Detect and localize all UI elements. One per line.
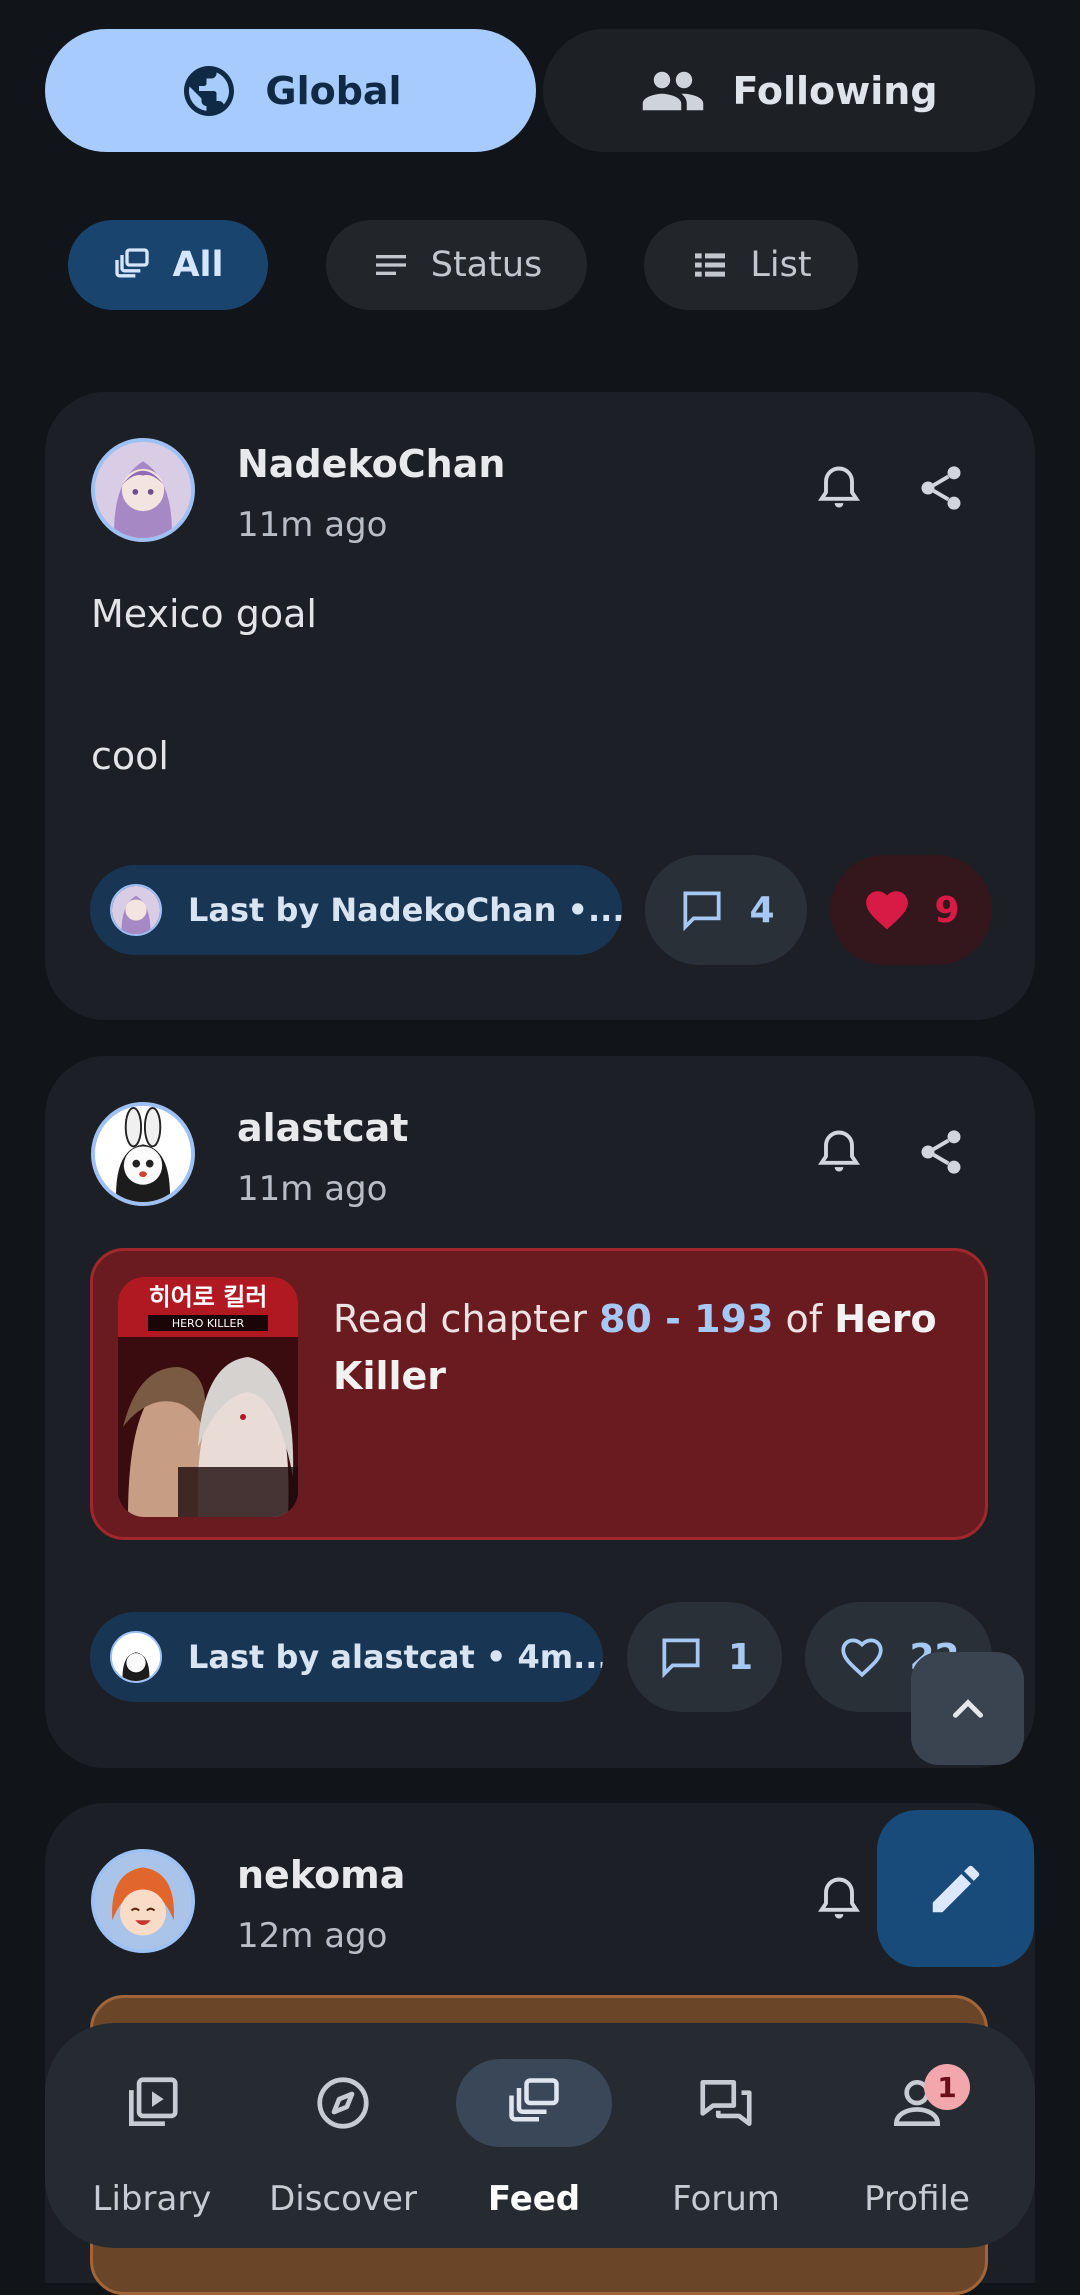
nav-item-profile[interactable]: 1 Profile (822, 2023, 1012, 2248)
bell-icon[interactable] (813, 462, 865, 514)
compose-button[interactable] (877, 1810, 1034, 1967)
filter-list-label: List (750, 245, 812, 285)
post-time: 12m ago (237, 1916, 388, 1956)
tab-following[interactable]: Following (543, 29, 1035, 152)
nav-item-forum[interactable]: Forum (631, 2023, 821, 2248)
filter-all-label: All (172, 245, 224, 285)
post-username[interactable]: NadekoChan (237, 442, 505, 486)
activity-mid: of (785, 1297, 823, 1341)
chapter-range: 80 - 193 (598, 1297, 774, 1341)
nav-label: Feed (487, 2179, 581, 2219)
comments-button[interactable]: 1 (627, 1602, 782, 1712)
activity-text: Read chapter 80 - 193 of Hero Killer (333, 1291, 953, 1405)
filter-all-chip[interactable]: All (68, 220, 268, 310)
comments-count: 4 (749, 889, 775, 931)
chevron-up-icon (952, 1698, 983, 1718)
activity-card[interactable]: 히어로 킬러 HERO KILLER Read chapter 80 - 193… (90, 1248, 988, 1540)
tab-global-label: Global (265, 68, 402, 113)
post-card[interactable]: alastcat 11m ago 히어로 킬러 HERO KILLER Read (45, 1056, 1035, 1768)
avatar (110, 884, 162, 936)
filter-status-label: Status (430, 245, 543, 285)
nav-item-library[interactable]: Library (57, 2023, 247, 2248)
nav-item-discover[interactable]: Discover (248, 2023, 438, 2248)
last-reply-text: Last by NadekoChan •... (188, 891, 622, 929)
people-icon (643, 71, 704, 110)
post-time: 11m ago (237, 505, 388, 545)
bell-icon[interactable] (813, 1873, 865, 1925)
tab-following-label: Following (732, 68, 938, 113)
tab-global[interactable]: Global (45, 29, 536, 152)
comments-count: 1 (727, 1636, 754, 1678)
cover-title-ko: 히어로 킬러 (149, 1283, 268, 1311)
globe-icon (184, 65, 235, 116)
likes-count: 9 (934, 889, 960, 931)
nav-label: Discover (269, 2179, 417, 2219)
notification-badge: 1 (924, 2064, 970, 2110)
like-button[interactable]: 9 (830, 855, 992, 965)
avatar[interactable] (91, 1849, 195, 1953)
heart-outline-icon (841, 1638, 884, 1678)
library-icon (129, 2077, 178, 2126)
last-reply-pill[interactable]: Last by alastcat • 4m... (90, 1612, 603, 1702)
last-reply-text: Last by alastcat • 4m... (188, 1638, 603, 1676)
text-lines-icon (375, 255, 406, 275)
avatar[interactable] (91, 1102, 195, 1206)
nav-item-feed[interactable]: Feed (439, 2023, 629, 2248)
nav-label: Profile (864, 2179, 970, 2219)
feed-icon (115, 248, 150, 278)
scroll-to-top-button[interactable] (911, 1652, 1024, 1765)
bell-icon[interactable] (813, 1126, 865, 1178)
avatar[interactable] (91, 438, 195, 542)
post-body-line: Mexico goal (91, 592, 317, 636)
compass-icon (317, 2077, 369, 2129)
post-body-line: cool (91, 734, 169, 778)
bottom-navigation: Library Discover Feed Forum 1 Profile (45, 2023, 1035, 2248)
post-card[interactable]: NadekoChan 11m ago Mexico goal cool Last… (45, 392, 1035, 1020)
share-icon[interactable] (915, 1126, 967, 1178)
nav-label: Library (92, 2179, 212, 2219)
forum-icon (700, 2080, 752, 2126)
media-cover-image[interactable]: 히어로 킬러 HERO KILLER (118, 1277, 298, 1517)
comment-icon (662, 1638, 700, 1679)
comment-icon (683, 891, 722, 932)
avatar (110, 1631, 162, 1683)
last-reply-pill[interactable]: Last by NadekoChan •... (90, 865, 622, 955)
comments-button[interactable]: 4 (645, 855, 807, 965)
list-icon (695, 253, 726, 277)
filter-list-chip[interactable]: List (644, 220, 858, 310)
heart-filled-icon (866, 891, 909, 930)
post-username[interactable]: nekoma (237, 1853, 405, 1897)
pencil-icon (932, 1865, 979, 1912)
feed-icon (509, 2078, 559, 2122)
share-icon[interactable] (915, 462, 967, 514)
post-username[interactable]: alastcat (237, 1106, 408, 1150)
filter-status-chip[interactable]: Status (326, 220, 587, 310)
activity-prefix: Read chapter (333, 1297, 587, 1341)
post-time: 11m ago (237, 1169, 388, 1209)
nav-label: Forum (672, 2179, 780, 2219)
cover-title-en: HERO KILLER (172, 1317, 245, 1330)
